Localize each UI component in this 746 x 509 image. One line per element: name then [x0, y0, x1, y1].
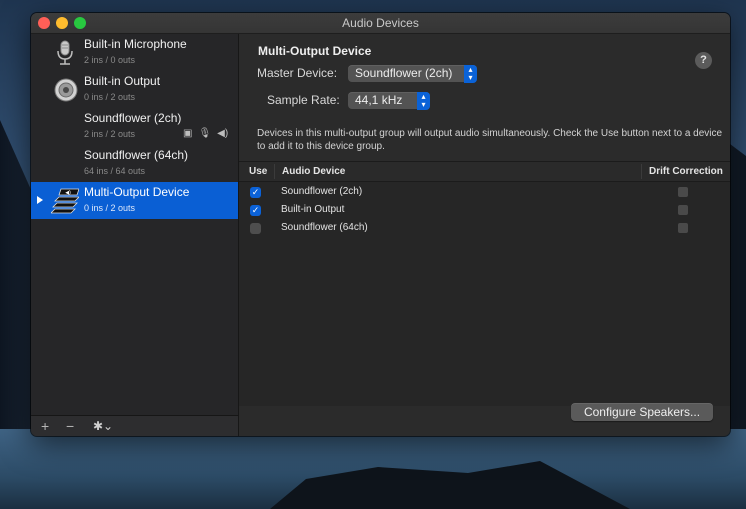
- audio-device-cell: Built-in Output: [281, 204, 345, 215]
- clock-source-icon: ▣: [183, 128, 193, 139]
- device-list: Built-in Microphone 2 ins / 0 outs Built…: [31, 34, 239, 415]
- device-io-count: 64 ins / 64 outs: [84, 166, 146, 176]
- microphone-icon: [57, 40, 73, 65]
- device-group-table: Use Audio Device Drift Correction ✓ Soun…: [239, 161, 730, 406]
- speaker-icon: [54, 78, 78, 102]
- configure-speakers-button[interactable]: Configure Speakers...: [571, 403, 713, 421]
- device-item-soundflower-64ch[interactable]: Soundflower (64ch) 64 ins / 64 outs: [31, 145, 238, 182]
- table-header: Use Audio Device Drift Correction: [239, 162, 730, 182]
- device-title: Multi-Output Device: [258, 44, 372, 58]
- use-checkbox[interactable]: ✓: [250, 187, 261, 198]
- svg-text:◀): ◀): [65, 190, 71, 196]
- column-divider: [641, 164, 642, 179]
- device-name: Built-in Output: [84, 74, 161, 88]
- column-divider: [274, 164, 275, 179]
- device-item-multi-output-device[interactable]: ◀) Multi-Output Device 0 ins / 2 outs: [31, 182, 238, 219]
- input-microphone-icon: 🎙: [198, 128, 212, 139]
- sidebar-toolbar: + − ✱⌄: [31, 415, 239, 436]
- disclosure-triangle-icon[interactable]: [37, 196, 43, 204]
- drift-correction-checkbox[interactable]: [678, 205, 688, 215]
- help-button[interactable]: ?: [695, 52, 712, 69]
- sample-rate-label: Sample Rate:: [267, 93, 340, 107]
- table-row[interactable]: ✓ Soundflower (2ch): [239, 183, 730, 201]
- add-device-button[interactable]: +: [41, 418, 49, 434]
- device-capability-icons: ▣ 🎙 ◀): [183, 128, 228, 139]
- use-checkbox[interactable]: [250, 223, 261, 234]
- device-detail-panel: Multi-Output Device ? Master Device: Sou…: [239, 34, 730, 436]
- chevron-up-down-icon: ▴ ▾: [464, 65, 477, 83]
- column-header-audio-device[interactable]: Audio Device: [282, 166, 345, 177]
- group-description: Devices in this multi-output group will …: [257, 128, 723, 152]
- device-item-built-in-microphone[interactable]: Built-in Microphone 2 ins / 0 outs: [31, 34, 238, 71]
- gear-menu-button[interactable]: ✱⌄: [93, 419, 113, 433]
- master-device-popup[interactable]: Soundflower (2ch) ▴ ▾: [348, 65, 477, 83]
- table-row[interactable]: Soundflower (64ch): [239, 219, 730, 237]
- device-name: Multi-Output Device: [84, 185, 190, 199]
- multi-output-icon: ◀): [51, 188, 79, 214]
- device-io-count: 0 ins / 2 outs: [84, 203, 136, 213]
- master-device-label: Master Device:: [257, 66, 338, 80]
- output-speaker-icon: ◀): [217, 128, 229, 139]
- title-bar[interactable]: Audio Devices: [31, 13, 730, 34]
- table-row[interactable]: ✓ Built-in Output: [239, 201, 730, 219]
- drift-correction-checkbox[interactable]: [678, 223, 688, 233]
- window-title: Audio Devices: [342, 16, 419, 30]
- device-name: Soundflower (2ch): [84, 111, 182, 125]
- device-name: Soundflower (64ch): [84, 148, 189, 162]
- device-io-count: 2 ins / 2 outs: [84, 129, 136, 139]
- sample-rate-value: 44,1 kHz: [355, 93, 403, 107]
- sample-rate-popup[interactable]: 44,1 kHz ▴ ▾: [348, 92, 430, 110]
- audio-device-cell: Soundflower (64ch): [281, 222, 368, 233]
- drift-correction-checkbox[interactable]: [678, 187, 688, 197]
- device-item-soundflower-2ch[interactable]: Soundflower (2ch) 2 ins / 2 outs ▣ 🎙 ◀): [31, 108, 238, 145]
- chevron-up-down-icon: ▴ ▾: [417, 92, 430, 110]
- use-checkbox[interactable]: ✓: [250, 205, 261, 216]
- audio-device-cell: Soundflower (2ch): [281, 186, 363, 197]
- device-item-built-in-output[interactable]: Built-in Output 0 ins / 2 outs: [31, 71, 238, 108]
- device-io-count: 2 ins / 0 outs: [84, 55, 136, 65]
- column-header-use[interactable]: Use: [249, 166, 267, 177]
- device-name: Built-in Microphone: [84, 37, 187, 51]
- audio-devices-window: Audio Devices Built-in Microphone 2 ins …: [31, 13, 730, 436]
- master-device-value: Soundflower (2ch): [355, 66, 453, 80]
- remove-device-button[interactable]: −: [66, 418, 74, 434]
- column-header-drift-correction[interactable]: Drift Correction: [649, 166, 723, 177]
- device-io-count: 0 ins / 2 outs: [84, 92, 136, 102]
